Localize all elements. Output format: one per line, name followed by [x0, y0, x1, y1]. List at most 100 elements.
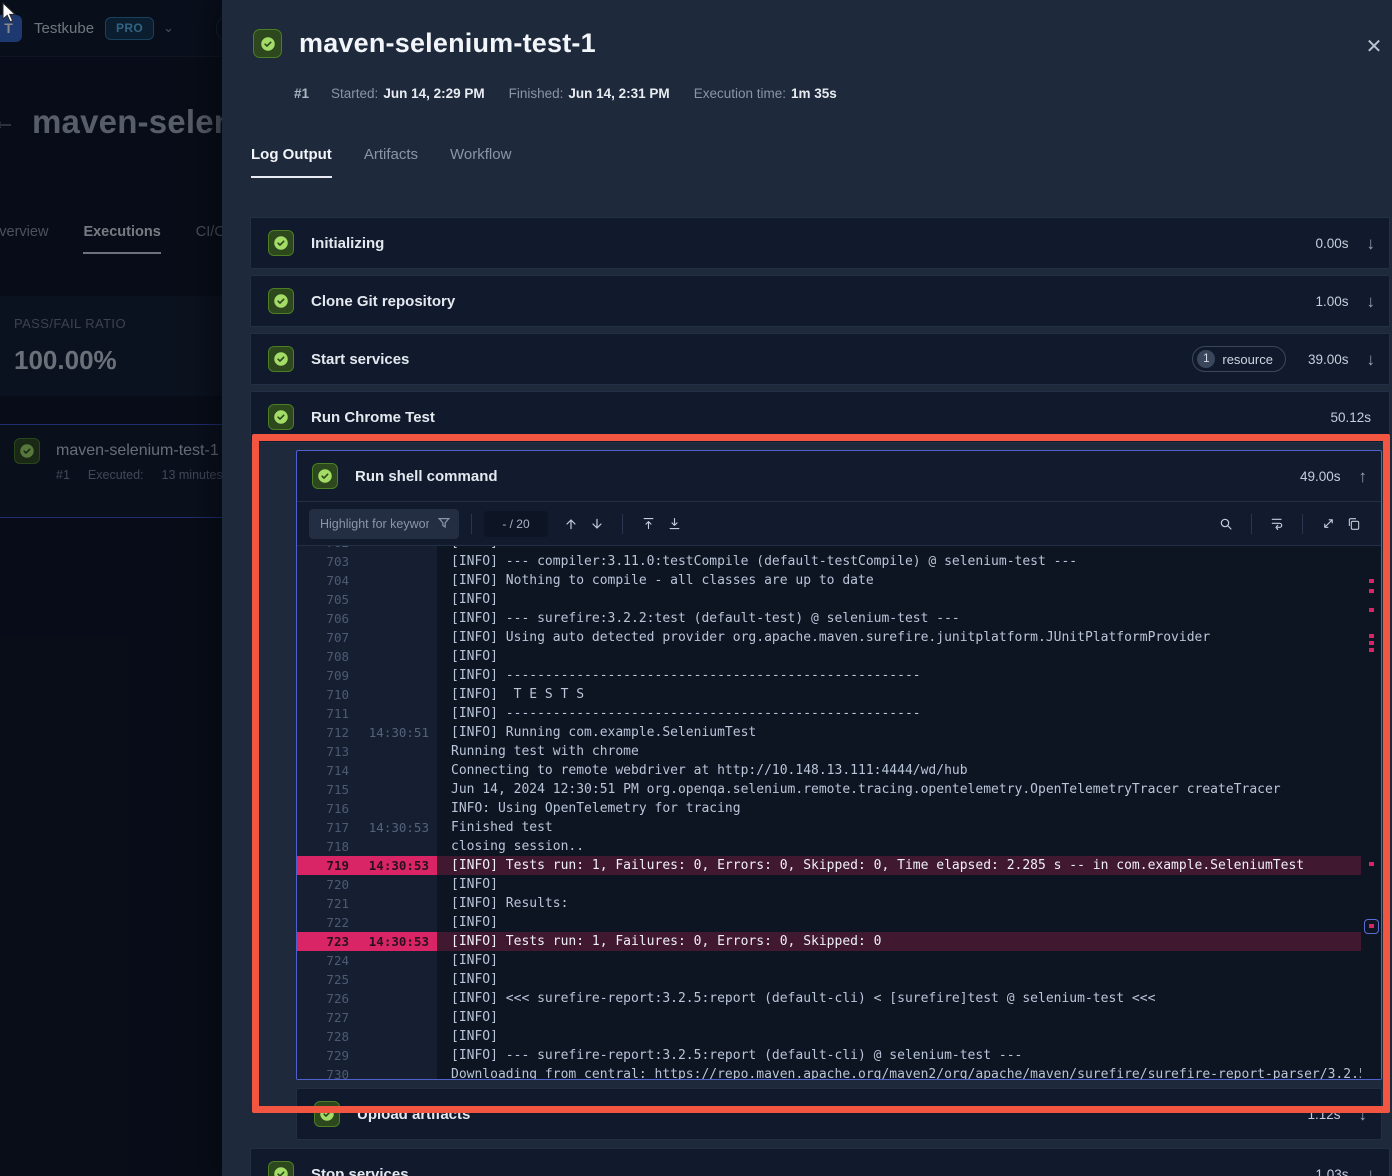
scroll-to-bottom-icon[interactable] — [661, 511, 687, 537]
log-line[interactable]: 714 Connecting to remote webdriver at ht… — [297, 761, 1361, 780]
log-line-text: [INFO] — [437, 913, 1361, 932]
step-label: Start services — [311, 351, 409, 368]
log-line-number: 719 — [297, 856, 349, 875]
log-line-number: 712 — [297, 723, 349, 742]
log-line[interactable]: 725 [INFO] — [297, 970, 1361, 989]
step-run-chrome-test[interactable]: Run Chrome Test 50.12s — [250, 391, 1390, 443]
filter-funnel-icon — [437, 516, 451, 535]
log-line[interactable]: 710 [INFO] T E S T S — [297, 685, 1361, 704]
log-line[interactable]: 708 [INFO] — [297, 647, 1361, 666]
log-line[interactable]: 717 14:30:53 Finished test — [297, 818, 1361, 837]
execution-meta: #1 Started: Jun 14, 2:29 PM Finished: Ju… — [294, 86, 847, 101]
log-line-number: 716 — [297, 799, 349, 818]
step-label: Stop services — [311, 1166, 409, 1176]
next-match-icon[interactable] — [584, 511, 610, 537]
finished-label: Finished: — [509, 86, 564, 101]
step-upload-artifacts[interactable]: Upload artifacts 1.12s ↓ — [296, 1088, 1382, 1140]
close-icon[interactable]: ✕ — [1360, 32, 1388, 60]
resource-badge: 1 resource — [1192, 346, 1286, 372]
log-line-timestamp — [349, 1008, 437, 1027]
log-line-number: 726 — [297, 989, 349, 1008]
step-label: Run Chrome Test — [311, 409, 435, 426]
log-line[interactable]: 730 Downloading from central: https://re… — [297, 1065, 1361, 1079]
log-line-number: 715 — [297, 780, 349, 799]
log-line-gutter: 717 14:30:53 — [297, 818, 437, 837]
log-line[interactable]: 703 [INFO] --- compiler:3.11.0:testCompi… — [297, 552, 1361, 571]
log-line-gutter: 716 — [297, 799, 437, 818]
step-stop-services[interactable]: Stop services 1.03s ↓ — [250, 1148, 1390, 1176]
log-line[interactable]: 722 [INFO] — [297, 913, 1361, 932]
tab-workflow[interactable]: Workflow — [450, 146, 511, 178]
step-clone-git-repository[interactable]: Clone Git repository 1.00s ↓ — [250, 275, 1390, 327]
log-line[interactable]: 706 [INFO] --- surefire:3.2.2:test (defa… — [297, 609, 1361, 628]
log-line[interactable]: 729 [INFO] --- surefire-report:3.2.5:rep… — [297, 1046, 1361, 1065]
log-line-text: closing session.. — [437, 837, 1361, 856]
log-line[interactable]: 711 [INFO] -----------------------------… — [297, 704, 1361, 723]
log-line-number: 722 — [297, 913, 349, 932]
log-line[interactable]: 720 [INFO] — [297, 875, 1361, 894]
log-line[interactable]: 712 14:30:51 [INFO] Running com.example.… — [297, 723, 1361, 742]
resource-label: resource — [1222, 352, 1273, 367]
chevron-expand-icon[interactable]: ↓ — [1367, 351, 1376, 368]
tab-artifacts[interactable]: Artifacts — [364, 146, 418, 178]
chevron-expand-icon[interactable]: ↓ — [1367, 235, 1376, 252]
log-line-number: 718 — [297, 837, 349, 856]
log-line[interactable]: 709 [INFO] -----------------------------… — [297, 666, 1361, 685]
log-line-timestamp: 14:30:51 — [349, 723, 437, 742]
copy-icon[interactable] — [1341, 511, 1367, 537]
resource-count: 1 — [1197, 350, 1215, 368]
log-line[interactable]: 728 [INFO] — [297, 1027, 1361, 1046]
chevron-expand-icon[interactable]: ↓ — [1367, 1166, 1376, 1176]
log-line-gutter: 719 14:30:53 — [297, 856, 437, 875]
scroll-to-top-icon[interactable] — [635, 511, 661, 537]
status-passed-icon — [314, 1101, 340, 1127]
execution-drawer: maven-selenium-test-1 ✕ #1 Started: Jun … — [222, 0, 1392, 1176]
log-line-number: 729 — [297, 1046, 349, 1065]
step-initializing[interactable]: Initializing 0.00s ↓ — [250, 217, 1390, 269]
log-minimap[interactable] — [1361, 546, 1381, 1079]
log-line[interactable]: 724 [INFO] — [297, 951, 1361, 970]
log-line[interactable]: 715 Jun 14, 2024 12:30:51 PM org.openqa.… — [297, 780, 1361, 799]
log-line[interactable]: 713 Running test with chrome — [297, 742, 1361, 761]
log-line-text: [INFO] --- compiler:3.11.0:testCompile (… — [437, 552, 1361, 571]
log-line-timestamp — [349, 609, 437, 628]
log-line[interactable]: 718 closing session.. — [297, 837, 1361, 856]
log-line-gutter: 708 — [297, 647, 437, 666]
log-viewer[interactable]: 702 [INFO] 703 [INFO] --- compiler:3.11.… — [297, 546, 1381, 1079]
step-duration: 50.12s — [1330, 410, 1371, 425]
log-line-text: [INFO] Running com.example.SeleniumTest — [437, 723, 1361, 742]
log-line[interactable]: 721 [INFO] Results: — [297, 894, 1361, 913]
word-wrap-icon[interactable] — [1264, 511, 1290, 537]
log-line-text: [INFO] Nothing to compile - all classes … — [437, 571, 1361, 590]
chevron-expand-icon[interactable]: ↓ — [1359, 1106, 1368, 1123]
log-line-timestamp: 14:30:53 — [349, 818, 437, 837]
tab-log-output[interactable]: Log Output — [251, 146, 332, 178]
log-line-text: [INFO] — [437, 951, 1361, 970]
log-line[interactable]: 704 [INFO] Nothing to compile - all clas… — [297, 571, 1361, 590]
log-line-text: [INFO] Using auto detected provider org.… — [437, 628, 1361, 647]
step-start-services[interactable]: Start services 1 resource 39.00s ↓ — [250, 333, 1390, 385]
log-line[interactable]: 719 14:30:53 [INFO] Tests run: 1, Failur… — [297, 856, 1361, 875]
log-line-text: Connecting to remote webdriver at http:/… — [437, 761, 1361, 780]
log-line-gutter: 715 — [297, 780, 437, 799]
started-label: Started: — [331, 86, 378, 101]
log-line[interactable]: 707 [INFO] Using auto detected provider … — [297, 628, 1361, 647]
chevron-expand-icon[interactable]: ↓ — [1367, 293, 1376, 310]
search-icon[interactable] — [1213, 511, 1239, 537]
step-duration: 0.00s — [1315, 236, 1348, 251]
modal-backdrop[interactable] — [0, 0, 222, 1176]
log-line[interactable]: 705 [INFO] — [297, 590, 1361, 609]
log-line-gutter: 714 — [297, 761, 437, 780]
run-shell-command-header[interactable]: Run shell command 49.00s ↑ — [297, 451, 1381, 501]
log-line-timestamp — [349, 837, 437, 856]
fullscreen-icon[interactable] — [1315, 511, 1341, 537]
log-line-gutter: 703 — [297, 552, 437, 571]
chevron-collapse-icon[interactable]: ↑ — [1359, 468, 1368, 485]
log-line-timestamp — [349, 685, 437, 704]
previous-match-icon[interactable] — [558, 511, 584, 537]
log-line[interactable]: 726 [INFO] <<< surefire-report:3.2.5:rep… — [297, 989, 1361, 1008]
log-line[interactable]: 723 14:30:53 [INFO] Tests run: 1, Failur… — [297, 932, 1361, 951]
log-line-timestamp — [349, 552, 437, 571]
log-line[interactable]: 727 [INFO] — [297, 1008, 1361, 1027]
log-line[interactable]: 716 INFO: Using OpenTelemetry for tracin… — [297, 799, 1361, 818]
